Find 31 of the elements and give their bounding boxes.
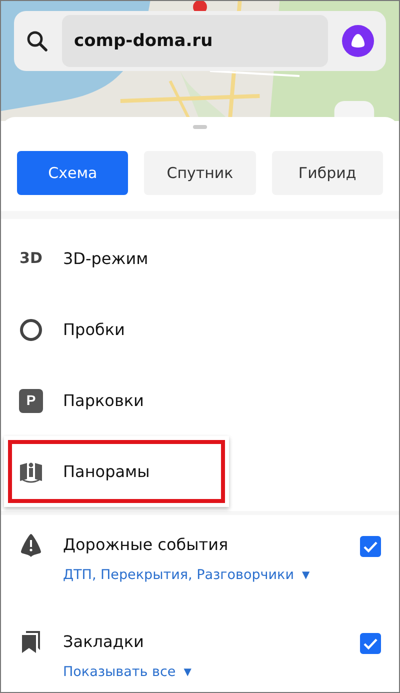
map-type-tab[interactable]: Гибрид [272,151,383,195]
bookmarks-icon [20,630,42,654]
layer-item[interactable]: Пробки [1,294,399,365]
option-label: Дорожные события [63,534,230,556]
filter-link[interactable]: ДТП, Перекрытия, Разговорчики [63,565,294,586]
checkbox[interactable] [360,536,381,557]
drag-handle[interactable] [193,125,207,129]
search-field[interactable]: comp-doma.ru [62,15,328,67]
3d-icon: 3D [20,247,42,270]
layer-label: Парковки [63,390,144,412]
checkbox[interactable] [360,633,381,654]
checkmark-icon [363,638,378,650]
panorama-icon [19,460,43,482]
layer-label: 3D-режим [63,248,148,270]
layer-item[interactable]: P Парковки [1,365,399,436]
filter-link[interactable]: Показывать все [63,662,176,682]
checkmark-icon [363,540,378,552]
option-label: Закладки [63,631,145,653]
map-type-tab[interactable]: Схема [17,151,128,195]
warning-icon [19,533,43,557]
map-type-tab[interactable]: Спутник [144,151,256,195]
parking-icon: P [19,388,43,412]
search-icon[interactable] [26,30,48,52]
layer-label: Панорамы [63,460,150,482]
traffic-icon [19,318,43,342]
caret-icon[interactable]: ▼ [302,568,310,583]
assistant-icon[interactable] [342,25,374,57]
layer-label: Пробки [63,318,125,340]
highlighted-layer-item[interactable]: Панорамы [4,436,229,507]
layer-item[interactable]: 3D 3D-режим [1,223,399,294]
caret-icon[interactable]: ▼ [184,664,192,680]
